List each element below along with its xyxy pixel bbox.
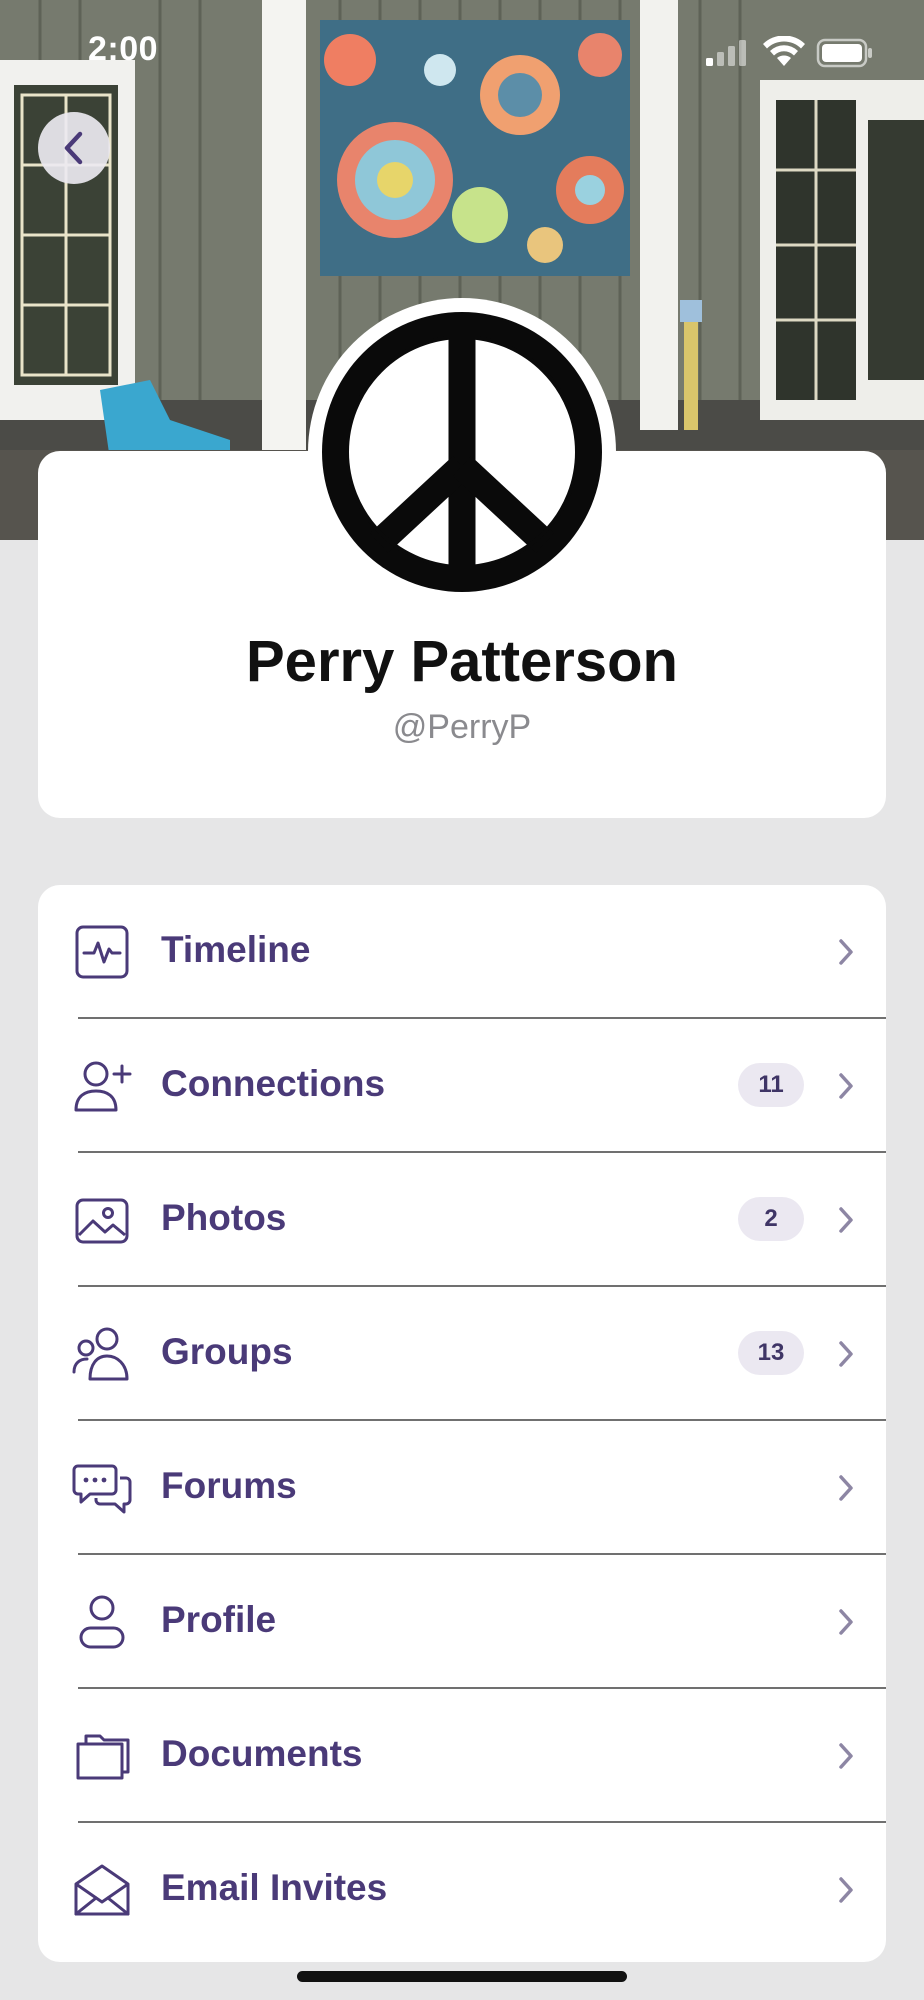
profile-menu: Timeline Connections 11 Photos 2 Groups … <box>38 885 886 1962</box>
menu-item-label: Documents <box>161 1733 363 1774</box>
menu-item-label: Groups <box>161 1331 293 1372</box>
menu-item-photos[interactable]: Photos 2 <box>38 1153 886 1287</box>
menu-item-label: Connections <box>161 1063 386 1104</box>
activity-icon <box>75 925 129 979</box>
count-badge: 2 <box>738 1197 804 1241</box>
menu-item-label: Forums <box>161 1465 297 1506</box>
menu-item-connections[interactable]: Connections 11 <box>38 1019 886 1153</box>
chevron-right-icon <box>839 1877 853 1903</box>
wifi-icon <box>763 35 805 66</box>
menu-item-documents[interactable]: Documents <box>38 1689 886 1823</box>
chevron-left-icon <box>64 131 83 165</box>
cellular-signal-icon <box>706 40 746 66</box>
menu-item-label: Profile <box>161 1599 277 1640</box>
count-badge: 11 <box>738 1063 804 1107</box>
home-indicator[interactable] <box>297 1971 627 1982</box>
chevron-right-icon <box>839 1743 853 1769</box>
menu-item-label: Photos <box>161 1197 287 1238</box>
battery-icon <box>816 38 872 68</box>
back-button[interactable] <box>38 112 110 184</box>
chat-bubbles-icon <box>72 1464 132 1514</box>
menu-item-label: Timeline <box>161 929 311 970</box>
add-user-icon <box>74 1061 132 1112</box>
profile-handle: @PerryP <box>392 708 532 746</box>
menu-item-label: Email Invites <box>161 1867 388 1908</box>
menu-item-groups[interactable]: Groups 13 <box>38 1287 886 1421</box>
user-icon <box>79 1595 125 1649</box>
group-icon <box>72 1327 129 1381</box>
chevron-right-icon <box>839 1341 853 1367</box>
folder-icon <box>76 1734 130 1780</box>
photo-icon <box>75 1198 129 1244</box>
chevron-right-icon <box>839 939 853 965</box>
status-time: 2:00 <box>88 30 159 68</box>
avatar[interactable] <box>308 298 616 606</box>
menu-item-timeline[interactable]: Timeline <box>38 885 886 1019</box>
chevron-right-icon <box>839 1609 853 1635</box>
status-bar: 2:00 <box>0 0 924 100</box>
chevron-right-icon <box>839 1475 853 1501</box>
peace-sign-icon <box>322 312 602 592</box>
chevron-right-icon <box>839 1073 853 1099</box>
status-icons <box>706 35 876 75</box>
count-badge: 13 <box>738 1331 804 1375</box>
profile-name: Perry Patterson <box>246 629 678 694</box>
menu-item-forums[interactable]: Forums <box>38 1421 886 1555</box>
envelope-icon <box>74 1864 130 1916</box>
menu-item-profile[interactable]: Profile <box>38 1555 886 1689</box>
chevron-right-icon <box>839 1207 853 1233</box>
menu-item-email-invites[interactable]: Email Invites <box>38 1823 886 1957</box>
